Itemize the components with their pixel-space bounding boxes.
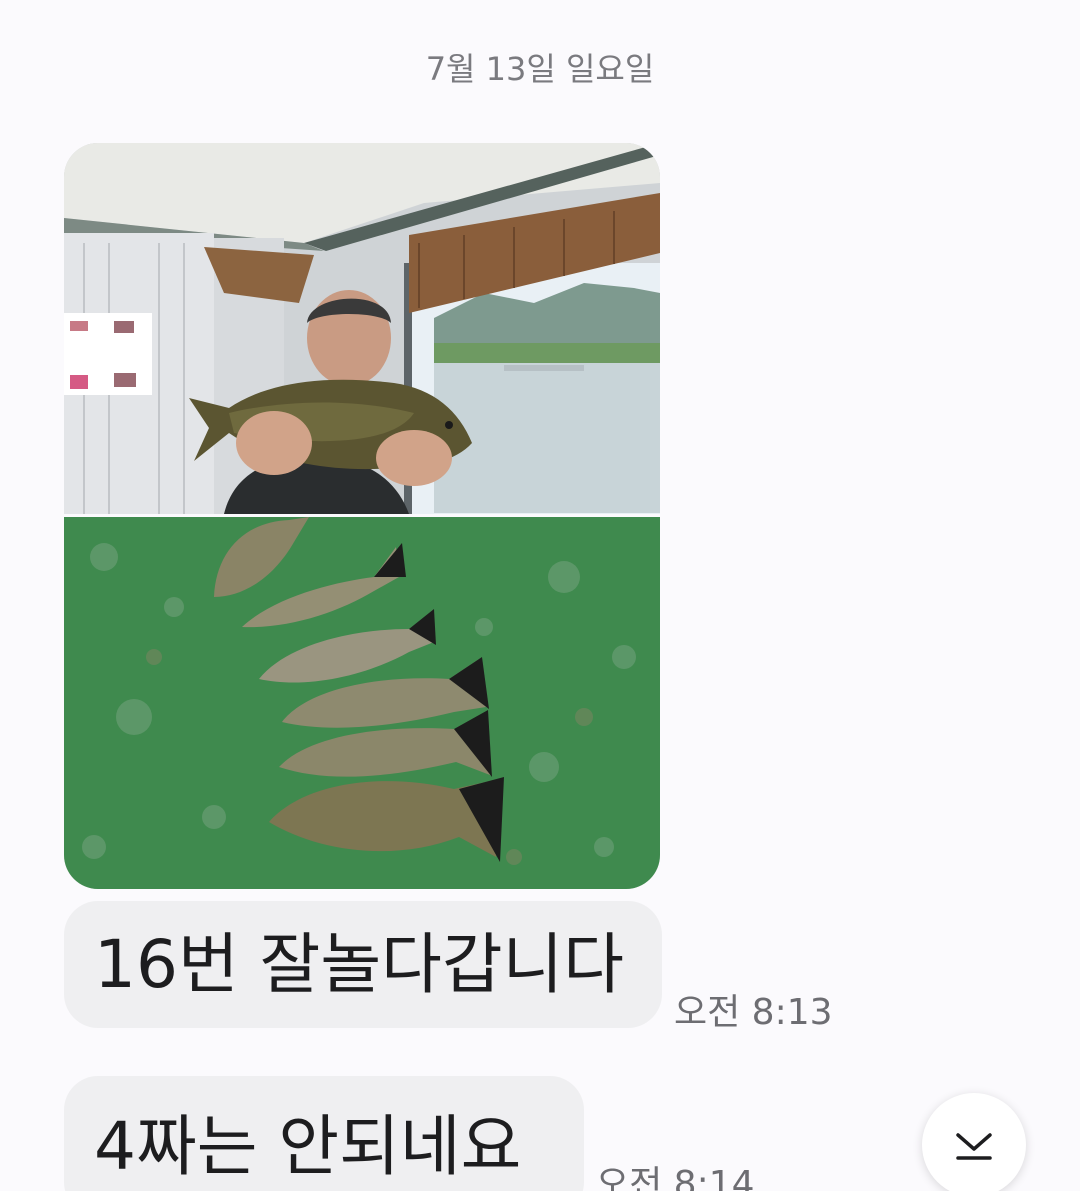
message-time: 오전 8:13 [674, 992, 833, 1033]
message-time: 오전 8:14 [596, 1164, 755, 1191]
message-bubble[interactable]: 4짜는 안되네요 [64, 1076, 584, 1191]
date-separator: 7월 13일 일요일 [425, 50, 655, 88]
photo-man-holding-fish[interactable] [64, 143, 660, 514]
message-text: 16번 잘놀다갑니다 [94, 925, 625, 1003]
photo-message-group[interactable] [64, 143, 660, 889]
message-bubble[interactable]: 16번 잘놀다갑니다 [64, 901, 662, 1028]
message-text: 4짜는 안되네요 [94, 1108, 522, 1185]
photo-fish-catch-on-mat[interactable] [64, 517, 660, 889]
chevron-down-icon [956, 1133, 992, 1160]
scroll-to-bottom-button[interactable] [922, 1093, 1026, 1191]
chat-screen: 7월 13일 일요일 16번 잘놀다갑니다 오전 8:13 4짜는 안되네요 오… [0, 0, 1080, 1191]
